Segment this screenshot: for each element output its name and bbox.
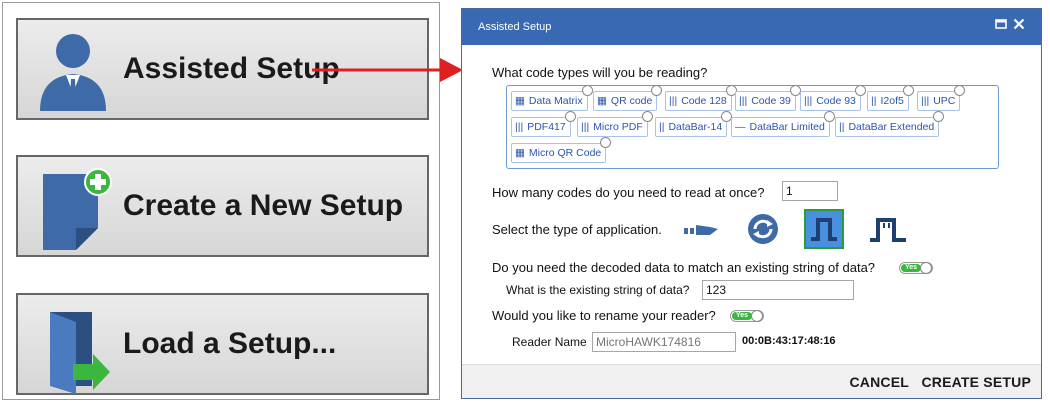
qr-code-icon: ▦ bbox=[515, 147, 525, 159]
create-new-setup-label: Create a New Setup bbox=[123, 189, 404, 222]
match-question: Do you need the decoded data to match an… bbox=[492, 260, 876, 275]
data-matrix-icon: ▦ bbox=[515, 95, 525, 107]
barcode-icon: || bbox=[839, 121, 845, 133]
barcode-icon: ||| bbox=[739, 95, 748, 107]
barcode-icon: ||| bbox=[515, 121, 524, 133]
chip-micro-qr-code[interactable]: ▦ Micro QR Code bbox=[511, 137, 612, 163]
chip-i2of5[interactable]: || I2of5 bbox=[867, 85, 914, 111]
dialog-title: Assisted Setup bbox=[478, 21, 552, 33]
reader-name-label: Reader Name bbox=[512, 335, 587, 349]
dialog-footer: CANCEL CREATE SETUP bbox=[462, 364, 1041, 398]
cancel-button[interactable]: CANCEL bbox=[849, 374, 909, 390]
chip-data-matrix[interactable]: ▦ Data Matrix bbox=[511, 85, 593, 111]
remove-icon[interactable] bbox=[933, 111, 945, 122]
chip-databar-limited[interactable]: — DataBar Limited bbox=[731, 111, 835, 137]
toggle-knob bbox=[920, 262, 932, 274]
barcode-icon: || bbox=[871, 95, 877, 107]
remove-icon[interactable] bbox=[854, 85, 866, 96]
create-new-setup-button[interactable]: Create a New Setup bbox=[16, 155, 429, 257]
external-trigger-icon[interactable] bbox=[868, 214, 908, 249]
barcode-icon: ||| bbox=[804, 95, 813, 107]
match-toggle[interactable]: Yes bbox=[899, 262, 933, 274]
user-icon bbox=[18, 19, 123, 119]
mac-address: 00:0B:43:17:48:16 bbox=[742, 335, 836, 347]
barcode-icon: ||| bbox=[669, 95, 678, 107]
remove-icon[interactable] bbox=[641, 111, 653, 122]
chip-pdf417[interactable]: ||| PDF417 bbox=[511, 111, 576, 137]
remove-icon[interactable] bbox=[954, 85, 966, 96]
code-count-question: How many codes do you need to read at on… bbox=[492, 185, 765, 200]
new-document-icon bbox=[18, 156, 123, 256]
remove-icon[interactable] bbox=[600, 137, 612, 148]
code-types-selector[interactable]: ▦ Data Matrix ▦ QR code ||| Code 128 ||| Cod… bbox=[506, 85, 999, 169]
triggered-pulse-icon[interactable] bbox=[804, 209, 844, 254]
rename-toggle[interactable]: Yes bbox=[730, 310, 764, 322]
qr-code-icon: ▦ bbox=[597, 95, 607, 107]
rename-question: Would you like to rename your reader? bbox=[492, 308, 716, 323]
remove-icon[interactable] bbox=[902, 85, 914, 96]
assisted-setup-label: Assisted Setup bbox=[123, 52, 340, 85]
chip-code-93[interactable]: ||| Code 93 bbox=[800, 85, 866, 111]
match-toggle-on: Yes bbox=[901, 264, 921, 272]
pointer-arrow bbox=[312, 58, 463, 82]
close-icon[interactable] bbox=[1013, 18, 1029, 34]
open-folder-icon bbox=[18, 294, 123, 394]
code-count-input[interactable] bbox=[782, 181, 838, 201]
chip-micro-pdf[interactable]: ||| Micro PDF bbox=[577, 111, 653, 137]
existing-string-input[interactable] bbox=[702, 280, 854, 300]
barcode-icon: ||| bbox=[921, 95, 930, 107]
assisted-setup-dialog: Assisted Setup What code types will you … bbox=[461, 8, 1042, 399]
barcode-icon: ||| bbox=[581, 121, 590, 133]
reader-name-input[interactable] bbox=[592, 332, 736, 352]
maximize-icon[interactable] bbox=[995, 18, 1011, 34]
app-type-question: Select the type of application. bbox=[492, 222, 662, 237]
remove-icon[interactable] bbox=[651, 85, 663, 96]
remove-icon[interactable] bbox=[823, 111, 835, 122]
chip-qr-code[interactable]: ▦ QR code bbox=[593, 85, 663, 111]
dialog-titlebar: Assisted Setup bbox=[462, 9, 1041, 45]
rename-toggle-on: Yes bbox=[732, 312, 752, 320]
remove-icon[interactable] bbox=[564, 111, 576, 122]
chip-code-39[interactable]: ||| Code 39 bbox=[735, 85, 801, 111]
conveyor-icon[interactable] bbox=[684, 219, 718, 242]
remove-icon[interactable] bbox=[581, 85, 593, 96]
load-setup-label: Load a Setup... bbox=[123, 327, 337, 360]
existing-string-question: What is the existing string of data? bbox=[506, 283, 690, 297]
chip-upc[interactable]: ||| UPC bbox=[917, 85, 966, 111]
load-setup-button[interactable]: Load a Setup... bbox=[16, 293, 429, 395]
create-setup-button[interactable]: CREATE SETUP bbox=[922, 374, 1032, 390]
continuous-icon[interactable] bbox=[746, 212, 780, 251]
chip-databar-14[interactable]: || DataBar-14 bbox=[655, 111, 733, 137]
barcode-icon: || bbox=[659, 121, 665, 133]
toggle-knob bbox=[751, 310, 763, 322]
chip-code-128[interactable]: ||| Code 128 bbox=[665, 85, 737, 111]
code-types-question: What code types will you be reading? bbox=[492, 65, 708, 80]
barcode-icon: — bbox=[735, 121, 746, 133]
chip-databar-extended[interactable]: || DataBar Extended bbox=[835, 111, 945, 137]
